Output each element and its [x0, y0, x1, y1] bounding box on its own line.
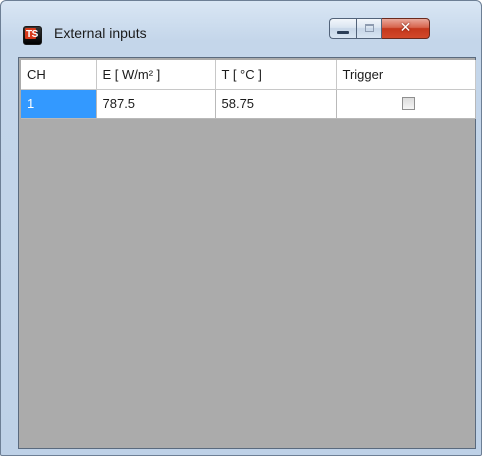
column-header-trigger[interactable]: Trigger: [336, 60, 476, 90]
app-icon: TS: [23, 26, 42, 45]
cell-ch[interactable]: 1: [21, 89, 97, 119]
window-controls: ✕: [329, 18, 430, 39]
inputs-table: CH E [ W/m² ] T [ °C ] Trigger 1 787.5 5…: [21, 60, 476, 119]
app-icon-label: TS: [26, 29, 38, 40]
column-header-temperature[interactable]: T [ °C ]: [215, 60, 337, 90]
minimize-button[interactable]: [329, 18, 356, 39]
close-button[interactable]: ✕: [382, 18, 430, 39]
maximize-icon: [365, 24, 374, 32]
column-header-irradiance[interactable]: E [ W/m² ]: [96, 60, 216, 90]
cell-temperature[interactable]: 58.75: [215, 89, 337, 119]
cell-trigger[interactable]: [336, 89, 476, 119]
window-title: External inputs: [54, 25, 147, 41]
close-icon: ✕: [399, 20, 412, 36]
inputs-grid-area: CH E [ W/m² ] T [ °C ] Trigger 1 787.5 5…: [18, 57, 476, 449]
trigger-checkbox[interactable]: [402, 97, 415, 110]
maximize-button[interactable]: [356, 18, 382, 39]
table-row[interactable]: 1 787.5 58.75: [21, 89, 476, 119]
external-inputs-window: TS External inputs ✕ CH E [W/m²] T [°…: [0, 0, 482, 456]
minimize-icon: [337, 31, 349, 34]
cell-irradiance[interactable]: 787.5: [96, 89, 216, 119]
title-bar[interactable]: TS External inputs ✕: [1, 1, 481, 51]
column-header-ch[interactable]: CH: [21, 60, 97, 90]
table-header-row: CH E [ W/m² ] T [ °C ] Trigger: [21, 60, 476, 90]
